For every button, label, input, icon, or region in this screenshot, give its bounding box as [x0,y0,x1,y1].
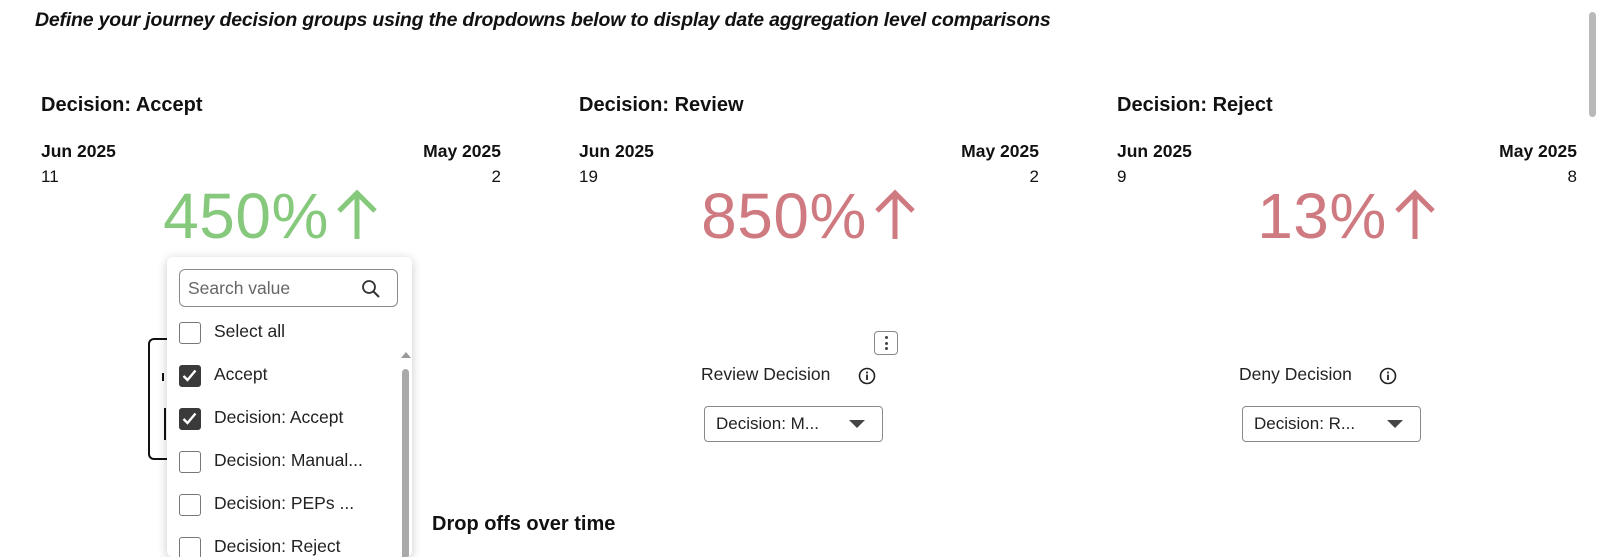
checkmark-icon [182,412,197,425]
percent-change-value: 450% [163,180,329,252]
previous-period-label: May 2025 [423,141,501,161]
filter-label: Deny Decision [1239,364,1352,384]
previous-period-label: May 2025 [1499,141,1577,161]
search-field[interactable] [179,269,398,307]
section-title: Drop offs over time [432,513,616,535]
previous-period-label: May 2025 [961,141,1039,161]
info-icon[interactable] [1379,367,1397,385]
current-period-label: Jun 2025 [1117,141,1192,161]
option-decision-manual[interactable]: Decision: Manual... [179,450,389,480]
option-label: Decision: Manual... [214,450,363,470]
option-label: Decision: PEPs ... [214,493,355,513]
search-icon [362,280,380,298]
kpi-card-reject: Decision: Reject Jun 2025 May 2025 9 8 1… [1117,94,1577,252]
instructions-text: Define your journey decision groups usin… [35,9,1051,31]
deny-decision-select[interactable]: Decision: R... [1242,406,1421,442]
current-period-label: Jun 2025 [579,141,654,161]
option-decision-reject[interactable]: Decision: Reject [179,536,389,557]
checkbox[interactable] [179,451,201,473]
percent-change-value: 13% [1257,180,1387,252]
percent-change: 450% [41,180,501,252]
more-options-button[interactable] [874,331,898,355]
selected-value: Decision: R... [1254,414,1356,433]
review-decision-select[interactable]: Decision: M... [704,406,883,442]
option-select-all[interactable]: Select all [179,321,389,351]
scroll-up-icon[interactable] [401,352,411,358]
option-label: Accept [214,364,268,384]
option-accept[interactable]: Accept [179,364,389,394]
kpi-card-review: Decision: Review Jun 2025 May 2025 19 2 … [579,94,1039,252]
option-label: Select all [214,321,286,341]
page-scrollbar-thumb[interactable] [1589,12,1596,117]
accept-decision-dropdown-panel: Select all Accept Decision: Accept Decis… [167,257,412,557]
option-decision-accept[interactable]: Decision: Accept [179,407,389,437]
percent-change-value: 850% [701,180,867,252]
search-input[interactable] [188,276,358,300]
card-title: Decision: Reject [1117,94,1273,116]
filter-label: Review Decision [701,364,831,384]
up-arrow-icon [875,189,915,239]
up-arrow-icon [337,189,377,239]
card-title: Decision: Accept [41,94,203,116]
checkbox[interactable] [179,365,201,387]
checkmark-icon [182,369,197,382]
percent-change: 13% [1117,180,1577,252]
current-period-label: Jun 2025 [41,141,116,161]
scrollbar-thumb[interactable] [402,369,409,557]
info-icon[interactable] [858,367,876,385]
checkbox[interactable] [179,322,201,344]
percent-change: 850% [579,180,1039,252]
up-arrow-icon [1395,189,1435,239]
checkbox[interactable] [179,408,201,430]
card-title: Decision: Review [579,94,744,116]
option-label: Decision: Reject [214,536,341,556]
option-decision-peps[interactable]: Decision: PEPs ... [179,493,389,523]
selected-value: Decision: M... [716,414,819,433]
checkbox[interactable] [179,494,201,516]
chevron-down-icon [1387,420,1403,428]
checkbox[interactable] [179,537,201,557]
dropdown-scrollbar[interactable] [400,352,411,557]
chevron-down-icon [849,420,865,428]
kpi-card-accept: Decision: Accept Jun 2025 May 2025 11 2 … [41,94,501,252]
option-label: Decision: Accept [214,407,344,427]
